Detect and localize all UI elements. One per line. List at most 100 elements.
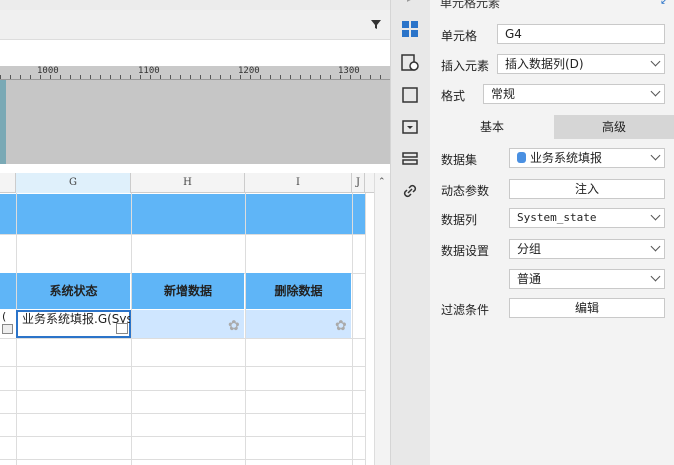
page-canvas [0, 80, 390, 164]
data-cell-i[interactable]: ✿ [246, 310, 351, 338]
ruler: 1000 1100 1200 1300 [0, 66, 390, 80]
insert-element-label: 插入元素 [441, 59, 490, 73]
row-line [0, 436, 365, 437]
ruler-label: 1200 [238, 66, 260, 76]
data-setting-mode-value: 普通 [517, 272, 542, 286]
ruler-tick [380, 75, 381, 79]
hyperlink-icon[interactable] [401, 182, 421, 202]
ruler-tick [30, 75, 31, 79]
ruler-tick [10, 75, 11, 79]
vertical-scrollbar[interactable]: ⌃ [374, 173, 390, 465]
cell-attribute-icon[interactable] [401, 54, 421, 74]
page-margin [0, 80, 6, 164]
ruler-tick [230, 75, 231, 79]
format-label: 格式 [441, 89, 466, 103]
ruler-tick [20, 75, 21, 79]
data-setting-value: 分组 [517, 242, 542, 256]
ruler-tick [130, 75, 131, 79]
title-band[interactable] [0, 194, 365, 234]
data-setting-select[interactable]: 分组 [509, 239, 665, 259]
column-i-header[interactable]: I [245, 173, 352, 193]
header-cell-new[interactable]: 新增数据 [132, 273, 244, 309]
ruler-tick [0, 75, 1, 79]
ruler-tick [300, 75, 301, 79]
header-cell-status[interactable]: 系统状态 [17, 273, 130, 309]
gear-icon[interactable]: ✿ [335, 318, 347, 334]
panel-title: 单元格元素 [440, 0, 501, 10]
ruler-tick [70, 75, 71, 79]
ruler-tick [210, 75, 211, 79]
ruler-tick [290, 75, 291, 79]
data-column-select[interactable]: System_state [509, 208, 665, 228]
insert-element-value: 插入数据列(D) [505, 57, 584, 71]
ruler-tick [170, 75, 171, 79]
chevron-down-icon [650, 241, 661, 252]
data-cell-h[interactable]: ✿ [132, 310, 244, 338]
expand-handle-icon[interactable] [116, 323, 128, 334]
ruler-tick [140, 75, 141, 79]
dynamic-param-label: 动态参数 [441, 184, 490, 198]
format-select[interactable]: 常规 [483, 84, 665, 104]
dropdown-widget-icon[interactable] [401, 118, 421, 138]
row-line [0, 234, 365, 235]
calendar-icon [2, 324, 13, 334]
format-value: 常规 [491, 87, 516, 101]
ruler-tick [340, 75, 341, 79]
ruler-tick [270, 75, 271, 79]
column-g-header[interactable]: G [16, 173, 131, 193]
ruler-tick [50, 75, 51, 79]
insert-element-select[interactable]: 插入数据列(D) [497, 54, 665, 74]
row-line [0, 390, 365, 391]
tab-advanced[interactable]: 高级 [554, 115, 674, 139]
tab-basic[interactable]: 基本 [430, 115, 554, 139]
dataset-icon [517, 152, 526, 163]
chevron-down-icon [650, 150, 661, 161]
cell-label: 单元格 [441, 29, 478, 43]
cell-element-icon[interactable] [401, 20, 421, 40]
dataset-label: 数据集 [441, 153, 478, 167]
list-icon[interactable] [401, 150, 421, 170]
ruler-tick [240, 75, 241, 79]
row-line [0, 459, 365, 460]
column-h-header[interactable]: H [131, 173, 245, 193]
ruler-tick [330, 75, 331, 79]
row-line [0, 413, 365, 414]
ruler-tick [350, 75, 351, 79]
chevron-down-icon [650, 86, 661, 97]
collapse-arrow-icon[interactable]: ▸ [407, 0, 427, 14]
ruler-tick [60, 75, 61, 79]
ruler-tick [120, 75, 121, 79]
ruler-tick [370, 75, 371, 79]
edit-filter-button[interactable]: 编辑 [509, 298, 665, 318]
dataset-select[interactable]: 业务系统填报 [509, 148, 665, 168]
ruler-tick [110, 75, 111, 79]
header-cell-delete[interactable]: 删除数据 [246, 273, 351, 309]
inject-button[interactable]: 注入 [509, 179, 665, 199]
data-column-label: 数据列 [441, 213, 478, 227]
ruler-tick [190, 75, 191, 79]
ruler-tick [180, 75, 181, 79]
ruler-label: 1100 [138, 66, 160, 76]
ruler-tick [220, 75, 221, 79]
cell-name-input[interactable]: G4 [497, 24, 665, 44]
ruler-tick [80, 75, 81, 79]
row-line [0, 338, 365, 339]
scroll-up-icon[interactable]: ⌃ [378, 177, 386, 187]
column-header-cell [0, 173, 16, 193]
ruler-tick [280, 75, 281, 79]
data-setting-mode-select[interactable]: 普通 [509, 269, 665, 289]
column-j-header[interactable]: J [352, 173, 365, 193]
gear-icon[interactable]: ✿ [228, 318, 240, 334]
selected-cell-text: 业务系统填报.G(System_state) [22, 312, 130, 326]
chevron-down-icon [650, 271, 661, 282]
header-cell[interactable] [0, 273, 16, 309]
widget-icon[interactable] [401, 86, 421, 106]
dataset-value: 业务系统填报 [530, 151, 603, 165]
ruler-tick [160, 75, 161, 79]
ruler-tick [250, 75, 251, 79]
filter-icon[interactable] [370, 18, 382, 33]
expand-icon[interactable]: ↙ [660, 0, 668, 7]
chevron-down-icon [650, 210, 661, 221]
column-header: G H I J [0, 173, 374, 193]
data-cell-f[interactable]: ( [0, 310, 16, 338]
